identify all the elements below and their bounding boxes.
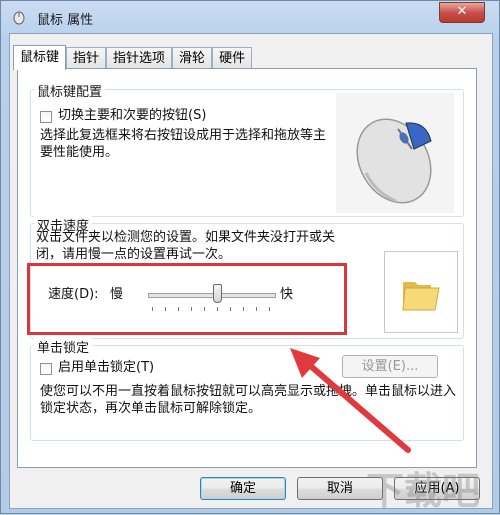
tab-wheel[interactable]: 滑轮	[172, 47, 213, 70]
speed-highlight-box	[27, 263, 347, 335]
window-title: 鼠标 属性	[37, 13, 94, 28]
mouse-illustration	[336, 93, 454, 213]
tab-pointers[interactable]: 指针	[66, 47, 107, 70]
click-lock-title: 单击锁定	[34, 337, 93, 356]
double-click-description: 双击文件夹以检测您的设置。如果文件夹没打开或关闭，请用慢一点的设置再试一次。	[36, 230, 336, 262]
test-folder-box[interactable]	[384, 251, 458, 333]
ok-button[interactable]: 确定	[200, 477, 286, 500]
button-config-description: 选择此复选框来将右按钮设成用于选择和拖放等主要性能使用。	[40, 128, 327, 160]
mouse-icon	[13, 11, 25, 25]
title-bar[interactable]: 鼠标 属性 ✕	[1, 1, 499, 33]
tab-pointer-options[interactable]: 指针选项	[106, 47, 173, 70]
tab-strip: 鼠标键 指针 指针选项 滑轮 硬件	[13, 45, 253, 70]
button-config-title: 鼠标键配置	[34, 81, 106, 100]
tab-buttons[interactable]: 鼠标键	[13, 45, 67, 70]
close-button[interactable]: ✕	[439, 2, 485, 23]
switch-buttons-checkbox[interactable]	[40, 111, 52, 123]
tab-hardware[interactable]: 硬件	[212, 47, 253, 70]
watermark-logo: 下载吧	[366, 469, 481, 513]
arrow-annotation	[290, 348, 411, 453]
click-lock-label[interactable]: 启用单击锁定(T)	[58, 359, 154, 376]
mouse-properties-window: 鼠标 属性 ✕ 鼠标键 指针 指针选项 滑轮 硬件 鼠标键配置 切换主要和次要的…	[0, 0, 500, 514]
switch-buttons-label[interactable]: 切换主要和次要的按钮(S)	[58, 107, 206, 124]
folder-icon[interactable]	[401, 276, 441, 312]
click-lock-checkbox[interactable]	[40, 363, 52, 375]
